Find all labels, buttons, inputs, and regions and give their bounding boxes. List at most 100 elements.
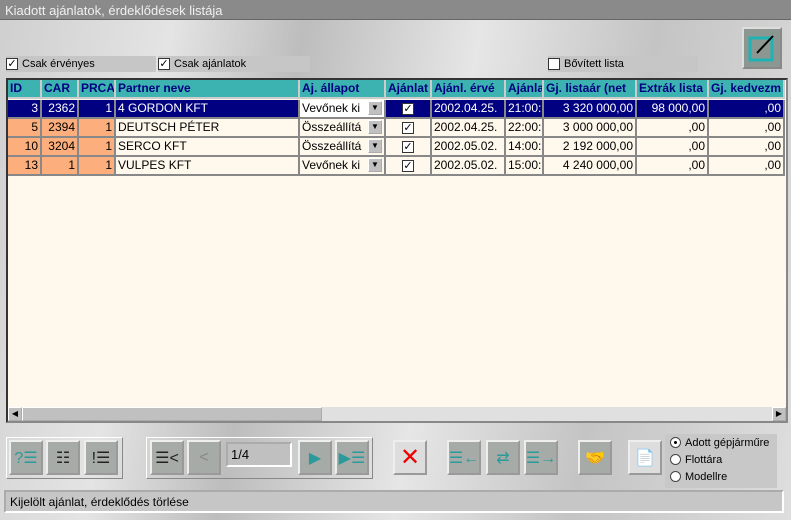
transfer-button[interactable]: ⇄ <box>486 440 520 475</box>
cell-car[interactable]: 2362 <box>42 100 79 119</box>
cell-car[interactable]: 1 <box>42 157 79 176</box>
export-list-button[interactable]: ☰→ <box>524 440 558 475</box>
cell-partner[interactable]: 4 GORDON KFT <box>116 100 300 119</box>
radio[interactable] <box>670 437 681 448</box>
checkbox[interactable]: ✓ <box>6 58 18 70</box>
details-button[interactable]: !☰ <box>84 440 118 475</box>
cell-id[interactable]: 5 <box>8 119 42 138</box>
column-header[interactable]: Aj. állapot <box>300 80 386 99</box>
cell-valid[interactable]: 2002.04.25. <box>432 100 506 119</box>
cell-id[interactable]: 10 <box>8 138 42 157</box>
cell-id[interactable]: 13 <box>8 157 42 176</box>
cell-status[interactable]: Vevőnek ki ▼ <box>300 100 386 119</box>
cell-valid[interactable]: 2002.05.02. <box>432 157 506 176</box>
cell-prca[interactable]: 1 <box>79 157 116 176</box>
chevron-down-icon[interactable]: ▼ <box>368 158 382 172</box>
contract-button[interactable]: 📄 <box>628 440 662 475</box>
cell-time[interactable]: 21:00: <box>506 100 544 119</box>
cell-status[interactable]: Összeállítá ▼ <box>300 119 386 138</box>
cell-partner[interactable]: VULPES KFT <box>116 157 300 176</box>
table-row[interactable]: 10 3204 1 SERCO KFT Összeállítá ▼ ✓ 2002.05.02.… <box>8 138 785 157</box>
cell-extras[interactable]: 98 000,00 <box>637 100 709 119</box>
chevron-down-icon[interactable]: ▼ <box>368 139 382 153</box>
radio-label: Adott gépjárműre <box>685 436 770 449</box>
column-header[interactable]: PRCA <box>79 80 116 99</box>
cell-discount[interactable]: ,00 <box>709 157 785 176</box>
offer-checkbox[interactable]: ✓ <box>402 122 414 134</box>
checkbox[interactable] <box>548 58 560 70</box>
radio[interactable] <box>670 454 681 465</box>
query-button[interactable]: ?☰ <box>9 440 43 475</box>
cell-offer[interactable]: ✓ <box>386 157 432 176</box>
cell-prca[interactable]: 1 <box>79 119 116 138</box>
scope-option-model[interactable]: Modellre <box>665 468 777 485</box>
cell-id[interactable]: 3 <box>8 100 42 119</box>
cell-extras[interactable]: ,00 <box>637 138 709 157</box>
cell-offer[interactable]: ✓ <box>386 119 432 138</box>
scroll-left-icon[interactable]: ◀ <box>8 407 22 421</box>
scroll-right-icon[interactable]: ▶ <box>772 407 786 421</box>
cell-prca[interactable]: 1 <box>79 100 116 119</box>
cell-car[interactable]: 3204 <box>42 138 79 157</box>
offer-checkbox[interactable]: ✓ <box>402 160 414 172</box>
offer-checkbox[interactable]: ✓ <box>402 103 414 115</box>
cell-valid[interactable]: 2002.04.25. <box>432 119 506 138</box>
first-record-button[interactable]: ☰< <box>150 440 184 475</box>
last-record-button[interactable]: ▶☰ <box>335 440 369 475</box>
delete-offer-button[interactable]: ✕ <box>393 440 427 475</box>
cell-time[interactable]: 22:00: <box>506 119 544 138</box>
column-header[interactable]: CAR <box>42 80 79 99</box>
export-button[interactable] <box>742 27 782 69</box>
table-row[interactable]: 3 2362 1 4 GORDON KFT Vevőnek ki ▼ ✓ 2002.04.25… <box>8 100 785 119</box>
offer-checkbox[interactable]: ✓ <box>402 141 414 153</box>
column-header[interactable]: Ajánla <box>506 80 544 99</box>
horizontal-scrollbar[interactable]: ◀ ▶ <box>8 407 786 421</box>
cell-status[interactable]: Összeállítá ▼ <box>300 138 386 157</box>
cell-status[interactable]: Vevőnek ki ▼ <box>300 157 386 176</box>
cell-list-price[interactable]: 3 320 000,00 <box>544 100 637 119</box>
radio[interactable] <box>670 471 681 482</box>
cell-extras[interactable]: ,00 <box>637 119 709 138</box>
cell-time[interactable]: 14:00: <box>506 138 544 157</box>
chevron-down-icon[interactable]: ▼ <box>368 120 382 134</box>
scope-option-fleet[interactable]: Flottára <box>665 451 777 468</box>
table-row[interactable]: 13 1 1 VULPES KFT Vevőnek ki ▼ ✓ 2002.05.02. 15:… <box>8 157 785 176</box>
cell-discount[interactable]: ,00 <box>709 138 785 157</box>
column-header[interactable]: Partner neve <box>116 80 300 99</box>
cell-extras[interactable]: ,00 <box>637 157 709 176</box>
filter-csak-ajanlatok[interactable]: ✓ Csak ajánlatok <box>158 56 310 72</box>
list-view-button[interactable]: ☷ <box>46 440 80 475</box>
scope-radio-group: Adott gépjárműre Flottára Modellre <box>665 434 777 488</box>
chevron-down-icon[interactable]: ▼ <box>368 101 382 115</box>
cell-offer[interactable]: ✓ <box>386 100 432 119</box>
import-button[interactable]: ☰← <box>447 440 481 475</box>
scope-option-vehicle[interactable]: Adott gépjárműre <box>665 434 777 451</box>
cell-car[interactable]: 2394 <box>42 119 79 138</box>
column-header[interactable]: ID <box>8 80 42 99</box>
cell-list-price[interactable]: 3 000 000,00 <box>544 119 637 138</box>
previous-record-button[interactable]: < <box>187 440 221 475</box>
cell-time[interactable]: 15:00: <box>506 157 544 176</box>
checkbox[interactable]: ✓ <box>158 58 170 70</box>
column-header[interactable]: Ajánlat <box>386 80 432 99</box>
cell-discount[interactable]: ,00 <box>709 100 785 119</box>
handshake-button[interactable]: 🤝 <box>578 440 612 475</box>
cell-partner[interactable]: DEUTSCH PÉTER <box>116 119 300 138</box>
cell-partner[interactable]: SERCO KFT <box>116 138 300 157</box>
filter-bovitett-lista[interactable]: Bővített lista <box>548 56 698 72</box>
next-record-button[interactable]: ▶ <box>298 440 332 475</box>
table-row[interactable]: 5 2394 1 DEUTSCH PÉTER Összeállítá ▼ ✓ 2002.04.… <box>8 119 785 138</box>
cell-valid[interactable]: 2002.05.02. <box>432 138 506 157</box>
column-header[interactable]: Ajánl. érvé <box>432 80 506 99</box>
offers-grid[interactable]: ID CAR PRCA Partner neve Aj. állapot Ajánlat A… <box>6 78 788 423</box>
cell-offer[interactable]: ✓ <box>386 138 432 157</box>
cell-discount[interactable]: ,00 <box>709 119 785 138</box>
column-header[interactable]: Gj. listaár (net <box>544 80 637 99</box>
cell-list-price[interactable]: 4 240 000,00 <box>544 157 637 176</box>
column-header[interactable]: Gj. kedvezm <box>709 80 785 99</box>
column-header[interactable]: Extrák lista <box>637 80 709 99</box>
scroll-thumb[interactable] <box>22 407 322 421</box>
cell-prca[interactable]: 1 <box>79 138 116 157</box>
filter-csak-ervenyes[interactable]: ✓ Csak érvényes <box>6 56 156 72</box>
cell-list-price[interactable]: 2 192 000,00 <box>544 138 637 157</box>
